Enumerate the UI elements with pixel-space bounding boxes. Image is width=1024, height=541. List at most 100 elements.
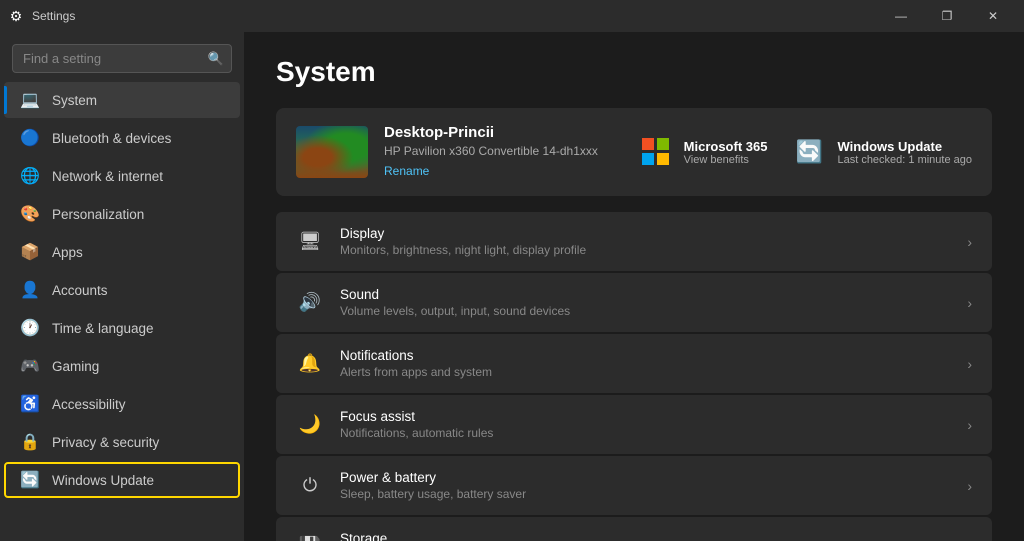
windows-update-text: Windows Update Last checked: 1 minute ag… [837,139,972,166]
windows-update-icon: 🔄 [20,470,40,490]
device-card: Desktop-Princii HP Pavilion x360 Convert… [276,108,992,196]
setting-focus-text: Focus assist Notifications, automatic ru… [340,409,951,440]
windows-update-shortcut[interactable]: 🔄 Windows Update Last checked: 1 minute … [791,134,972,170]
setting-storage-text: Storage Storage space, drives, configura… [340,531,951,541]
windows-update-shortcut-subtitle: Last checked: 1 minute ago [837,154,972,166]
titlebar-title: Settings [32,9,75,23]
setting-display-text: Display Monitors, brightness, night ligh… [340,226,951,257]
apps-icon: 📦 [20,242,40,262]
setting-notifications-text: Notifications Alerts from apps and syste… [340,348,951,379]
main-layout: 🔍 💻 System 🔵 Bluetooth & devices 🌐 Netwo… [0,32,1024,541]
sidebar: 🔍 💻 System 🔵 Bluetooth & devices 🌐 Netwo… [0,32,244,541]
device-name: Desktop-Princii [384,124,622,141]
windows-update-shortcut-title: Windows Update [837,139,972,154]
time-icon: 🕐 [20,318,40,338]
titlebar: ⚙ Settings — ❐ ✕ [0,0,1024,32]
setting-notifications-subtitle: Alerts from apps and system [340,365,951,379]
setting-focus-subtitle: Notifications, automatic rules [340,426,951,440]
power-icon: ⏻ [296,472,324,500]
sidebar-item-label: Personalization [52,207,224,222]
sidebar-item-label: Windows Update [52,473,224,488]
setting-power-text: Power & battery Sleep, battery usage, ba… [340,470,951,501]
privacy-icon: 🔒 [20,432,40,452]
setting-power[interactable]: ⏻ Power & battery Sleep, battery usage, … [276,456,992,515]
setting-notifications-title: Notifications [340,348,951,363]
setting-power-subtitle: Sleep, battery usage, battery saver [340,487,951,501]
setting-notifications[interactable]: 🔔 Notifications Alerts from apps and sys… [276,334,992,393]
setting-display[interactable]: 🖥 Display Monitors, brightness, night li… [276,212,992,271]
titlebar-left: ⚙ Settings [8,8,75,24]
microsoft365-title: Microsoft 365 [684,139,768,154]
sidebar-item-label: Accounts [52,283,224,298]
sidebar-item-apps[interactable]: 📦 Apps [4,234,240,270]
display-icon: 🖥 [296,228,324,256]
microsoft365-shortcut[interactable]: Microsoft 365 View benefits [638,134,768,170]
sidebar-item-label: System [52,93,224,108]
accounts-icon: 👤 [20,280,40,300]
device-image [296,126,368,178]
restore-button[interactable]: ❐ [924,0,970,32]
device-info: Desktop-Princii HP Pavilion x360 Convert… [384,124,622,180]
titlebar-controls: — ❐ ✕ [878,0,1016,32]
focus-assist-icon: 🌙 [296,411,324,439]
sidebar-item-gaming[interactable]: 🎮 Gaming [4,348,240,384]
setting-sound[interactable]: 🔊 Sound Volume levels, output, input, so… [276,273,992,332]
storage-icon: 💾 [296,533,324,541]
microsoft365-icon [638,134,674,170]
device-rename-link[interactable]: Rename [384,164,429,178]
sidebar-item-label: Gaming [52,359,224,374]
sidebar-item-label: Time & language [52,321,224,336]
system-icon: 💻 [20,90,40,110]
setting-sound-subtitle: Volume levels, output, input, sound devi… [340,304,951,318]
close-button[interactable]: ✕ [970,0,1016,32]
sidebar-item-bluetooth[interactable]: 🔵 Bluetooth & devices [4,120,240,156]
setting-focus-assist[interactable]: 🌙 Focus assist Notifications, automatic … [276,395,992,454]
search-input[interactable] [12,44,232,73]
sidebar-item-label: Apps [52,245,224,260]
microsoft365-subtitle: View benefits [684,154,768,166]
setting-sound-title: Sound [340,287,951,302]
setting-display-subtitle: Monitors, brightness, night light, displ… [340,243,951,257]
setting-power-title: Power & battery [340,470,951,485]
chevron-right-icon: › [967,478,972,494]
search-box: 🔍 [12,44,232,73]
sound-icon: 🔊 [296,289,324,317]
chevron-right-icon: › [967,295,972,311]
page-title: System [276,56,992,88]
gaming-icon: 🎮 [20,356,40,376]
setting-storage-title: Storage [340,531,951,541]
setting-focus-title: Focus assist [340,409,951,424]
sidebar-item-network[interactable]: 🌐 Network & internet [4,158,240,194]
sidebar-item-system[interactable]: 💻 System [4,82,240,118]
setting-sound-text: Sound Volume levels, output, input, soun… [340,287,951,318]
sidebar-item-privacy[interactable]: 🔒 Privacy & security [4,424,240,460]
settings-list: 🖥 Display Monitors, brightness, night li… [276,212,992,541]
sidebar-item-label: Accessibility [52,397,224,412]
chevron-right-icon: › [967,356,972,372]
chevron-right-icon: › [967,417,972,433]
device-image-inner [296,126,368,178]
setting-display-title: Display [340,226,951,241]
content-area: System Desktop-Princii HP Pavilion x360 … [244,32,1024,541]
setting-storage[interactable]: 💾 Storage Storage space, drives, configu… [276,517,992,541]
network-icon: 🌐 [20,166,40,186]
accessibility-icon: ♿ [20,394,40,414]
sidebar-item-label: Bluetooth & devices [52,131,224,146]
sidebar-item-windows-update[interactable]: 🔄 Windows Update [4,462,240,498]
sidebar-item-personalization[interactable]: 🎨 Personalization [4,196,240,232]
sidebar-item-time[interactable]: 🕐 Time & language [4,310,240,346]
settings-app-icon: ⚙ [8,8,24,24]
device-shortcuts: Microsoft 365 View benefits 🔄 Windows Up… [638,134,972,170]
personalization-icon: 🎨 [20,204,40,224]
microsoft365-text: Microsoft 365 View benefits [684,139,768,166]
sidebar-item-accessibility[interactable]: ♿ Accessibility [4,386,240,422]
bluetooth-icon: 🔵 [20,128,40,148]
notifications-icon: 🔔 [296,350,324,378]
search-icon[interactable]: 🔍 [208,51,224,67]
minimize-button[interactable]: — [878,0,924,32]
sidebar-item-accounts[interactable]: 👤 Accounts [4,272,240,308]
sidebar-item-label: Privacy & security [52,435,224,450]
chevron-right-icon: › [967,234,972,250]
device-model: HP Pavilion x360 Convertible 14-dh1xxx [384,144,622,158]
sidebar-item-label: Network & internet [52,169,224,184]
